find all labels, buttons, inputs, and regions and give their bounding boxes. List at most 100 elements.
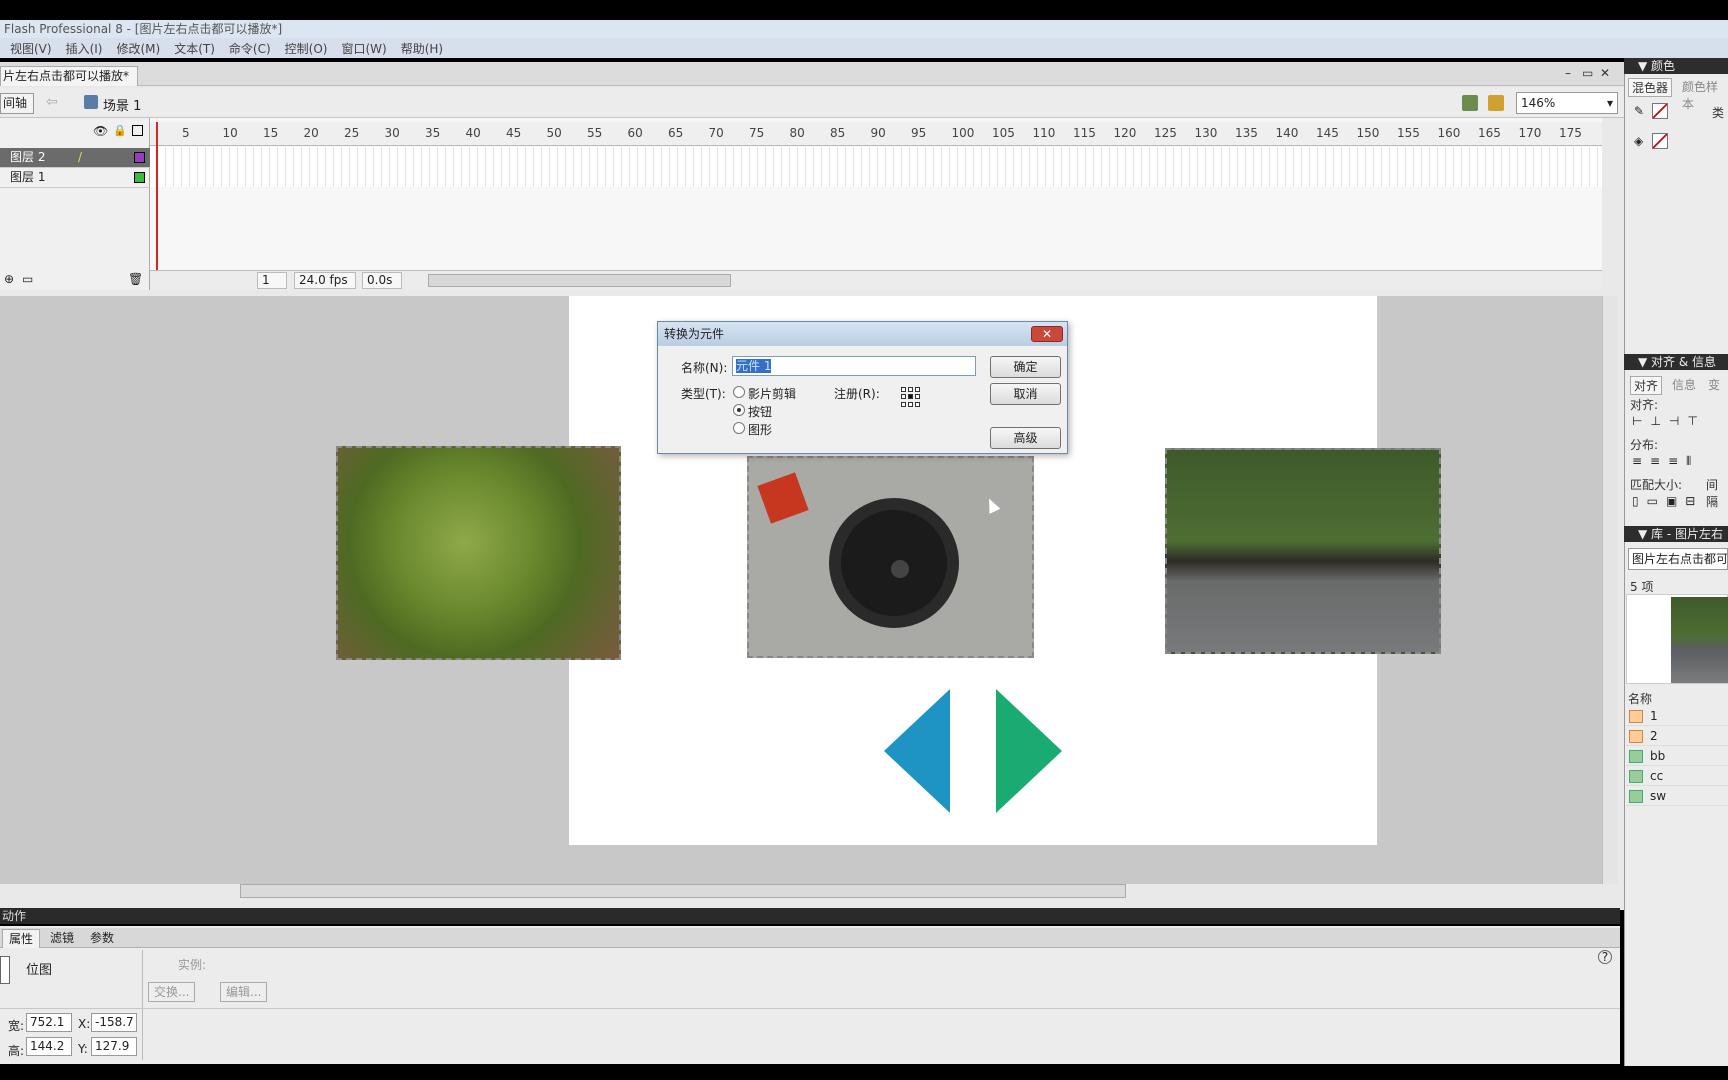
- dialog-close-button[interactable]: ✕: [1031, 326, 1063, 342]
- tab-filters[interactable]: 滤镜: [44, 929, 80, 948]
- menu-text[interactable]: 文本(T): [174, 40, 223, 57]
- stroke-swatch[interactable]: [1652, 103, 1668, 119]
- frame-ruler[interactable]: 5 10 15 20 25 30 35 40 45 50 55 60 65 70 75 80 85 90 95 100…: [150, 122, 1602, 146]
- trash-icon[interactable]: 🗑: [128, 272, 143, 286]
- menu-help[interactable]: 帮助(H): [401, 40, 451, 57]
- ruler-tick: 145: [1316, 126, 1339, 140]
- ruler-tick: 105: [992, 126, 1015, 140]
- ruler-tick: 45: [506, 126, 522, 140]
- edit-button[interactable]: 编辑...: [220, 982, 268, 1002]
- match-size-icons[interactable]: ▯▭▣⊟: [1632, 494, 1703, 508]
- help-icon[interactable]: ?: [1598, 950, 1612, 964]
- minimize-icon[interactable]: –: [1565, 66, 1571, 80]
- scene-icon: [84, 95, 98, 109]
- ruler-tick: 90: [870, 126, 886, 140]
- stage-vscroll[interactable]: [1602, 296, 1618, 884]
- x-field[interactable]: -158.7: [91, 1013, 137, 1032]
- outline-icon[interactable]: [132, 125, 143, 136]
- document-tab[interactable]: 片左右点击都可以播放*: [0, 66, 139, 86]
- left-arrow-button[interactable]: [884, 689, 950, 813]
- library-panel-header[interactable]: ▼ 库 - 图片左右点: [1624, 526, 1728, 557]
- library-name-column[interactable]: 名称: [1628, 690, 1652, 707]
- instance-label: 实例:: [178, 958, 207, 972]
- layer-list: 👁 🔒: [0, 118, 150, 290]
- color-panel-header[interactable]: ▼ 颜色: [1624, 58, 1728, 74]
- distribute-icons[interactable]: ≡≡≡⫴: [1632, 454, 1699, 469]
- tab-transform[interactable]: 变: [1708, 376, 1720, 393]
- y-field[interactable]: 127.9: [91, 1037, 137, 1056]
- ruler-tick: 110: [1032, 126, 1056, 140]
- tab-info[interactable]: 信息: [1672, 376, 1696, 393]
- layer-row[interactable]: 图层 1: [0, 168, 150, 188]
- layer-color-swatch[interactable]: [134, 172, 145, 183]
- current-frame: 1: [257, 272, 287, 289]
- menu-modify[interactable]: 修改(M): [116, 40, 168, 57]
- ok-button[interactable]: 确定: [990, 356, 1061, 378]
- menu-insert[interactable]: 插入(I): [66, 40, 111, 57]
- radio-button[interactable]: [733, 404, 745, 416]
- library-item-name: sw: [1650, 789, 1667, 803]
- layer-color-swatch[interactable]: [134, 152, 145, 163]
- frame-rate[interactable]: 24.0 fps: [294, 272, 356, 289]
- ruler-tick: 65: [668, 126, 684, 140]
- add-folder-icon[interactable]: ▭: [22, 272, 33, 286]
- wheel-image[interactable]: [747, 456, 1034, 658]
- tab-properties[interactable]: 属性: [2, 929, 41, 948]
- menu-window[interactable]: 窗口(W): [341, 40, 394, 57]
- layer-row[interactable]: 图层 2 /: [0, 148, 150, 168]
- radio-graphic[interactable]: [733, 422, 745, 434]
- dialog-title: 转换为元件: [658, 322, 1067, 346]
- ruler-tick: 135: [1235, 126, 1258, 140]
- pencil-icon: /: [78, 150, 83, 164]
- ruler-tick: 70: [708, 126, 724, 140]
- advanced-button[interactable]: 高级: [990, 427, 1061, 449]
- ruler-tick: 150: [1356, 126, 1380, 140]
- fill-bucket-icon[interactable]: ◈: [1634, 134, 1643, 148]
- tab-parameters[interactable]: 参数: [84, 929, 120, 948]
- back-arrow-icon[interactable]: ⇦: [46, 94, 58, 110]
- width-field[interactable]: 752.1: [26, 1013, 72, 1032]
- library-item-count: 5 项: [1630, 580, 1654, 594]
- edit-symbol-icon[interactable]: [1488, 95, 1504, 111]
- ruler-tick: 165: [1478, 126, 1501, 140]
- playhead[interactable]: [156, 122, 158, 272]
- radio-movieclip[interactable]: [733, 386, 745, 398]
- tab-align[interactable]: 对齐: [1630, 376, 1663, 395]
- edit-scene-icon[interactable]: [1462, 95, 1478, 111]
- ruler-tick: 20: [303, 126, 319, 140]
- ruler-tick: 30: [384, 126, 400, 140]
- timeline-hscroll[interactable]: [428, 274, 731, 287]
- menu-view[interactable]: 视图(V): [10, 40, 60, 57]
- align-panel-header[interactable]: ▼ 对齐 & 信息 &: [1624, 354, 1728, 385]
- registration-grid[interactable]: [901, 387, 921, 407]
- properties-tabs: [0, 928, 1620, 948]
- lock-icon[interactable]: 🔒: [113, 124, 127, 137]
- library-select[interactable]: 图片左右点击都可: [1628, 548, 1728, 570]
- menu-bar: 视图(V) 插入(I) 修改(M) 文本(T) 命令(C) 控制(O) 窗口(W…: [0, 38, 1728, 58]
- swap-button[interactable]: 交换...: [148, 982, 196, 1002]
- zoom-select[interactable]: 146% ▾: [1516, 92, 1618, 114]
- menu-commands[interactable]: 命令(C): [229, 40, 279, 57]
- bitmap-icon: [1629, 790, 1643, 803]
- scene-label[interactable]: 场景 1: [103, 95, 141, 114]
- timeline-toggle-button[interactable]: 间轴: [0, 93, 34, 114]
- frame-grid[interactable]: [150, 147, 1602, 187]
- actions-panel-header[interactable]: 动作: [0, 908, 1620, 924]
- tab-color-mixer[interactable]: 混色器: [1628, 78, 1673, 97]
- align-icons[interactable]: ⊢⊥⊣⊤: [1632, 414, 1706, 428]
- restore-icon[interactable]: ▭: [1582, 66, 1593, 80]
- eye-icon[interactable]: 👁: [93, 124, 108, 138]
- menu-control[interactable]: 控制(O): [285, 40, 336, 57]
- plant-leaves-image[interactable]: [336, 446, 621, 660]
- distribute-label: 分布:: [1630, 438, 1659, 452]
- height-field[interactable]: 144.2: [26, 1037, 72, 1056]
- stroke-color-icon[interactable]: ✎: [1634, 104, 1644, 118]
- symbol-name-input[interactable]: 元件 1: [732, 356, 976, 376]
- stage-hscroll[interactable]: [240, 884, 1126, 898]
- right-arrow-button[interactable]: [996, 689, 1062, 813]
- add-layer-icon[interactable]: ⊕: [4, 272, 14, 286]
- cancel-button[interactable]: 取消: [990, 383, 1061, 405]
- fill-swatch[interactable]: [1652, 133, 1668, 149]
- shrubs-image[interactable]: [1165, 448, 1441, 654]
- close-icon[interactable]: ✕: [1600, 66, 1610, 80]
